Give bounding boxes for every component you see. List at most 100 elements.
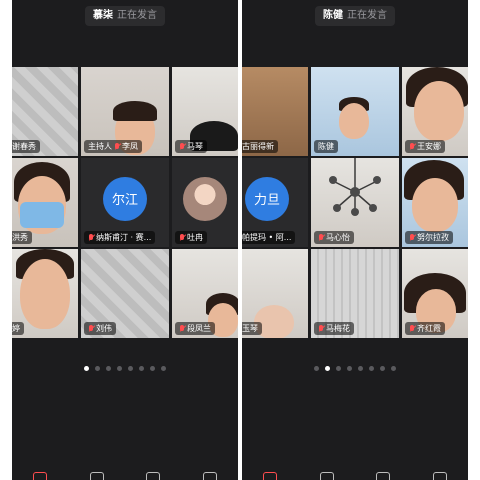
participant-name: 古丽得新 — [242, 142, 274, 151]
mic-muted-icon — [88, 233, 94, 242]
mic-muted-icon — [179, 142, 185, 151]
mic-muted-icon — [318, 233, 324, 242]
speaker-name: 慕柒 — [93, 10, 113, 21]
participant-label: 古丽得新 — [242, 140, 278, 153]
page-dot[interactable] — [369, 366, 374, 371]
participant-tile[interactable]: 古丽得新 — [242, 67, 308, 156]
mic-muted-icon — [179, 233, 185, 242]
participant-tile[interactable]: 谢春秀 — [12, 67, 78, 156]
participant-hair — [113, 101, 157, 121]
page-dot[interactable] — [128, 366, 133, 371]
participant-label: 吐冉 — [175, 231, 207, 244]
participant-tile[interactable]: 王安娜 — [402, 67, 468, 156]
participant-face — [20, 259, 70, 329]
participant-name: 吐冉 — [187, 233, 203, 242]
participant-label: 帕提玛 • 阿... — [242, 231, 296, 244]
participant-tile[interactable]: 力旦 帕提玛 • 阿... — [242, 158, 308, 247]
mic-muted-icon — [409, 324, 415, 333]
speaker-status: 正在发言 — [347, 10, 387, 21]
participant-name: 段凤兰 — [187, 324, 211, 333]
participant-tile[interactable]: 马梅花 — [311, 249, 399, 338]
mic-muted-icon — [88, 324, 94, 333]
participant-label: 婷 — [12, 322, 24, 335]
participant-tile[interactable]: 尔江 纳斯甫汀 · 赛... — [81, 158, 169, 247]
participant-avatar: 尔江 — [103, 176, 147, 221]
speaker-status: 正在发言 — [117, 10, 157, 21]
participant-name: 王安娜 — [417, 142, 441, 151]
participant-label: 努尔拉孜 — [405, 231, 453, 244]
participant-name: 努尔拉孜 — [417, 233, 449, 242]
participant-avatar-photo — [183, 176, 227, 221]
participant-face — [414, 81, 464, 141]
page-dot[interactable] — [106, 366, 111, 371]
participant-label: 王安娜 — [405, 140, 445, 153]
participant-label: 刘伟 — [84, 322, 116, 335]
active-speaker-indicator: 慕柒 正在发言 — [85, 6, 165, 26]
face-mask — [20, 202, 64, 228]
page-dot[interactable] — [150, 366, 155, 371]
page-indicator[interactable] — [242, 366, 468, 371]
video-icon[interactable] — [89, 472, 104, 480]
page-dot[interactable] — [117, 366, 122, 371]
mic-off-icon[interactable] — [263, 472, 278, 480]
page-dot[interactable] — [347, 366, 352, 371]
participant-name: 帕提玛 • 阿... — [242, 233, 292, 242]
participant-name: 马心怡 — [326, 233, 350, 242]
page-dot-active[interactable] — [84, 366, 89, 371]
page-dot[interactable] — [391, 366, 396, 371]
share-icon[interactable] — [146, 472, 161, 480]
participant-label: 玉琴 — [242, 322, 262, 335]
participant-label: 马梅花 — [314, 322, 354, 335]
participant-tile[interactable]: 齐红霞 — [402, 249, 468, 338]
participant-tile[interactable]: 主持人 李凤 — [81, 67, 169, 156]
page-dot[interactable] — [380, 366, 385, 371]
participant-name: 陈健 — [318, 142, 334, 151]
mic-muted-icon — [318, 324, 324, 333]
participant-name: 纳斯甫汀 · 赛... — [96, 233, 152, 242]
video-icon[interactable] — [319, 472, 334, 480]
mic-muted-icon — [114, 142, 120, 151]
participant-tile[interactable]: 吐冉 — [172, 158, 238, 247]
share-icon[interactable] — [376, 472, 391, 480]
participant-grid: 谢春秀 主持人 李凤 马琴 洪秀 尔江 纳斯甫汀 · 赛... 吐冉 婷 刘伟 … — [12, 67, 238, 338]
page-dot[interactable] — [95, 366, 100, 371]
active-speaker-indicator: 陈健 正在发言 — [315, 6, 395, 26]
page-dot[interactable] — [161, 366, 166, 371]
participant-label: 段凤兰 — [175, 322, 215, 335]
participant-tile[interactable]: 刘伟 — [81, 249, 169, 338]
participant-label: 马心怡 — [314, 231, 354, 244]
mic-muted-icon — [179, 324, 185, 333]
participant-tile[interactable]: 洪秀 — [12, 158, 78, 247]
people-icon[interactable] — [202, 472, 217, 480]
participant-name: 马梅花 — [326, 324, 350, 333]
meeting-toolbar — [242, 466, 468, 480]
participant-label: 陈健 — [314, 140, 338, 153]
participant-label: 纳斯甫汀 · 赛... — [84, 231, 156, 244]
participant-name: 玉琴 — [242, 324, 258, 333]
mic-off-icon[interactable] — [33, 472, 48, 480]
participant-tile[interactable]: 马心怡 — [311, 158, 399, 247]
participant-tile-active-speaker[interactable]: 陈健 — [311, 67, 399, 156]
page-dot[interactable] — [336, 366, 341, 371]
participant-label: 齐红霞 — [405, 322, 445, 335]
participant-label: 谢春秀 — [12, 140, 40, 153]
participant-label: 洪秀 — [12, 231, 32, 244]
participant-face — [412, 178, 458, 232]
participant-tile[interactable]: 玉琴 — [242, 249, 308, 338]
right-meeting-screen: 陈健 正在发言 古丽得新 陈健 王安娜 力旦 帕提玛 • 阿... 马心怡 努尔… — [242, 0, 468, 480]
left-meeting-screen: 慕柒 正在发言 谢春秀 主持人 李凤 马琴 洪秀 尔江 纳斯甫汀 · 赛... … — [12, 0, 238, 480]
page-dot-active[interactable] — [325, 366, 330, 371]
page-dot[interactable] — [139, 366, 144, 371]
participant-name: 齐红霞 — [417, 324, 441, 333]
people-icon[interactable] — [432, 472, 447, 480]
meeting-toolbar — [12, 466, 238, 480]
participant-tile[interactable]: 努尔拉孜 — [402, 158, 468, 247]
participant-label: 主持人 李凤 — [84, 140, 142, 153]
participant-tile[interactable]: 婷 — [12, 249, 78, 338]
page-dot[interactable] — [358, 366, 363, 371]
page-dot[interactable] — [314, 366, 319, 371]
participant-tile[interactable]: 马琴 — [172, 67, 238, 156]
participant-tile[interactable]: 段凤兰 — [172, 249, 238, 338]
page-indicator[interactable] — [12, 366, 238, 371]
participant-grid: 古丽得新 陈健 王安娜 力旦 帕提玛 • 阿... 马心怡 努尔拉孜 玉琴 马梅… — [242, 67, 468, 338]
